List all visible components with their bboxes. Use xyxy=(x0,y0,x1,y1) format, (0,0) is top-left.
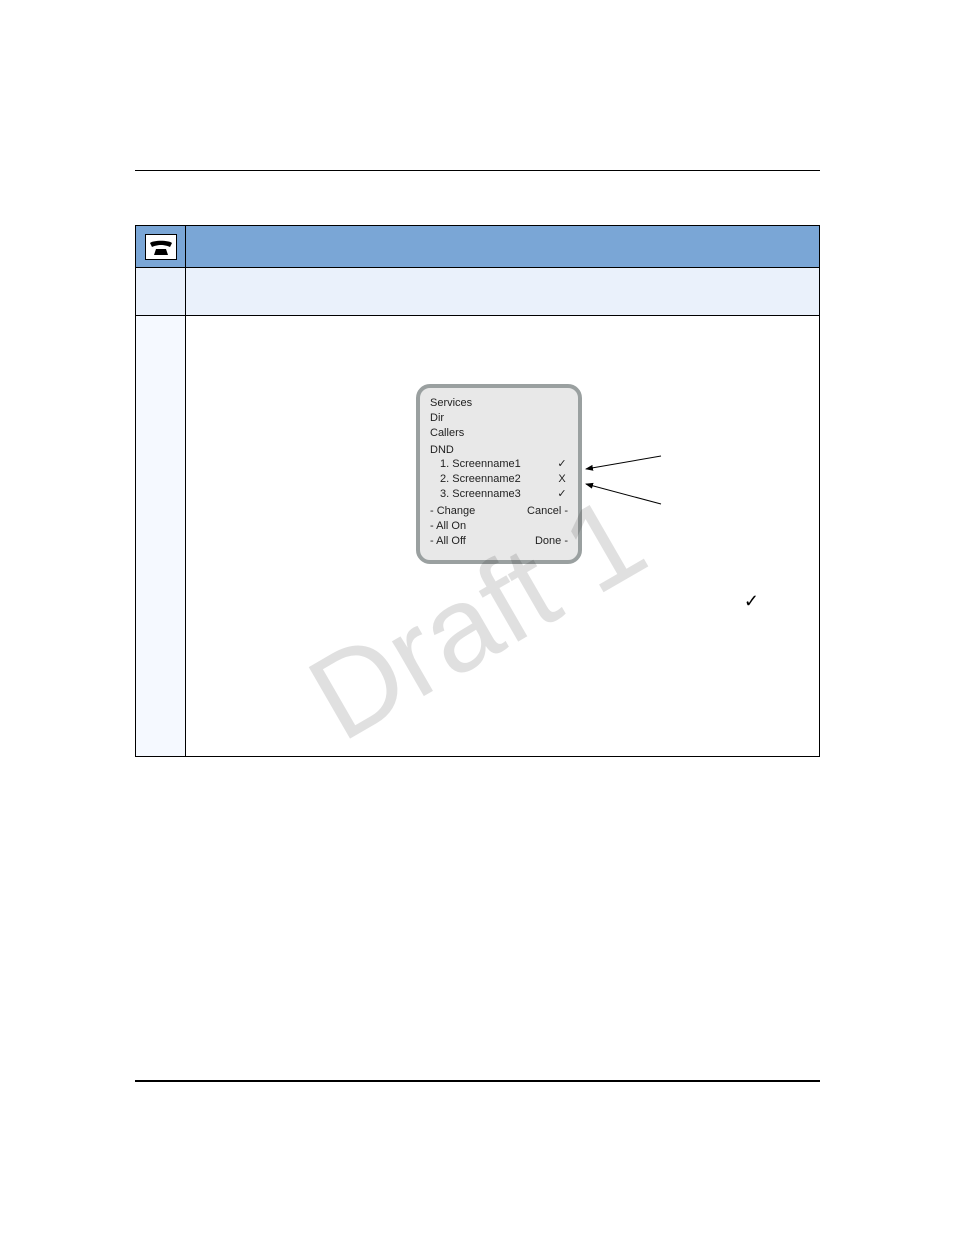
top-horizontal-rule xyxy=(135,170,820,171)
check-icon: ✓ xyxy=(744,591,759,612)
procedure-header-icon-cell xyxy=(136,226,186,267)
procedure-header-text-cell xyxy=(186,226,819,267)
softkey-all-on: - All On xyxy=(430,519,466,534)
content-body: Services Dir Callers DND 1. Screenname1 … xyxy=(186,316,819,756)
phone-softkey-row: - Change Cancel - xyxy=(430,504,568,519)
phone-account-list: 1. Screenname1 ✓ 2. Screenname2 X 3. Scr… xyxy=(430,457,568,502)
phone-account-entry: 2. Screenname2 xyxy=(440,472,521,487)
phone-account-row: 2. Screenname2 X xyxy=(440,472,568,487)
phone-screen-dnd-group: DND 1. Screenname1 ✓ 2. Screenname2 X xyxy=(430,443,568,502)
softkey-change: - Change xyxy=(430,504,475,519)
page-container: Services Dir Callers DND 1. Screenname1 … xyxy=(0,0,954,1235)
step-text-cell xyxy=(186,268,819,315)
phone-softkey-row: - All On xyxy=(430,519,568,534)
phone-section-dnd: DND xyxy=(430,443,568,458)
phone-screen: Services Dir Callers DND 1. Screenname1 … xyxy=(416,384,582,564)
phone-softkey-row: - All Off Done - xyxy=(430,534,568,549)
x-icon: X xyxy=(556,472,568,487)
phone-account-row: 3. Screenname3 ✓ xyxy=(440,487,568,502)
phone-menu-services: Services xyxy=(430,396,568,411)
phone-icon xyxy=(145,234,177,260)
step-row xyxy=(136,268,819,316)
content-left-gutter xyxy=(136,316,186,756)
phone-menu-callers: Callers xyxy=(430,426,568,441)
check-icon: ✓ xyxy=(556,457,568,472)
content-row: Services Dir Callers DND 1. Screenname1 … xyxy=(136,316,819,756)
phone-account-entry: 1. Screenname1 xyxy=(440,457,521,472)
phone-menu-dir: Dir xyxy=(430,411,568,426)
phone-screen-top-group: Services Dir Callers xyxy=(430,396,568,441)
phone-account-entry: 3. Screenname3 xyxy=(440,487,521,502)
softkey-all-off: - All Off xyxy=(430,534,466,549)
procedure-header-row xyxy=(136,226,819,268)
phone-softkey-group: - Change Cancel - - All On - All Off Don… xyxy=(430,504,568,549)
softkey-done: Done - xyxy=(535,534,568,549)
softkey-cancel: Cancel - xyxy=(527,504,568,519)
step-number-cell xyxy=(136,268,186,315)
check-icon: ✓ xyxy=(556,487,568,502)
procedure-box: Services Dir Callers DND 1. Screenname1 … xyxy=(135,225,820,757)
phone-account-row: 1. Screenname1 ✓ xyxy=(440,457,568,472)
bottom-horizontal-rule xyxy=(135,1080,820,1082)
